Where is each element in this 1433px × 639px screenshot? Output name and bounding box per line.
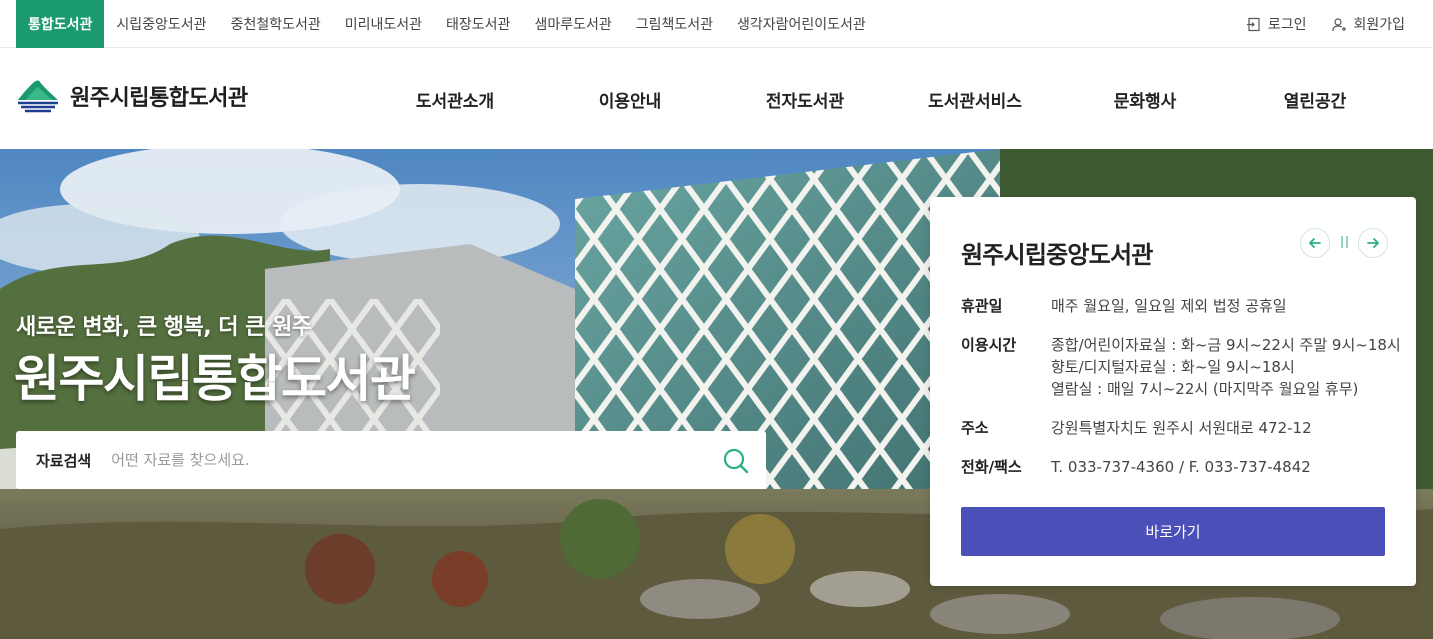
hero-subtitle: 새로운 변화, 큰 행복, 더 큰 원주 [16, 315, 312, 340]
go-button[interactable]: 바로가기 [961, 507, 1385, 556]
main-header: 원주시립통합도서관 도서관소개 이용안내 전자도서관 도서관서비스 문화행사 열… [0, 49, 1433, 149]
login-icon [1246, 17, 1260, 31]
signup-link[interactable]: 회원가입 [1332, 14, 1405, 34]
tab-central-library[interactable]: 시립중앙도서관 [104, 0, 218, 48]
tab-integrated-library[interactable]: 통합도서관 [16, 0, 105, 48]
info-row-hours: 이용시간 종합/어린이자료실 : 화~금 9시~22시 주말 9시~18시 향토… [961, 334, 1401, 400]
arrow-right-icon [1367, 238, 1379, 248]
logo-text: 원주시립통합도서관 [70, 86, 248, 111]
info-value: 열람실 : 매일 7시~22시 (마지막주 월요일 휴무) [1051, 380, 1359, 398]
next-button[interactable] [1358, 228, 1388, 258]
pause-icon[interactable] [1338, 236, 1350, 250]
site-logo[interactable]: 원주시립통합도서관 [16, 78, 248, 114]
arrow-left-icon [1309, 238, 1321, 248]
top-bar: 통합도서관 시립중앙도서관 중천철학도서관 미리내도서관 태장도서관 샘마루도서… [0, 0, 1433, 48]
login-label: 로그인 [1267, 17, 1307, 33]
tab-picturebook-library[interactable]: 그림책도서관 [624, 0, 725, 48]
login-link[interactable]: 로그인 [1246, 14, 1307, 34]
search-input[interactable] [111, 451, 682, 469]
nav-cultural-events[interactable]: 문화행사 [1060, 49, 1230, 149]
library-info-list: 휴관일 매주 월요일, 일요일 제외 법정 공휴일 이용시간 종합/어린이자료실… [961, 295, 1401, 495]
nav-open-space[interactable]: 열린공간 [1230, 49, 1400, 149]
nav-about[interactable]: 도서관소개 [370, 49, 540, 149]
search-icon[interactable] [722, 447, 750, 475]
info-value: T. 033-737-4360 / F. 033-737-4842 [1051, 458, 1311, 476]
tab-taejang-library[interactable]: 태장도서관 [434, 0, 522, 48]
info-row-address: 주소 강원특별자치도 원주시 서원대로 472-12 [961, 417, 1401, 439]
info-value: 매주 월요일, 일요일 제외 법정 공휴일 [1051, 297, 1287, 315]
signup-label: 회원가입 [1353, 17, 1405, 33]
prev-button[interactable] [1300, 228, 1330, 258]
info-value-group: 종합/어린이자료실 : 화~금 9시~22시 주말 9시~18시 향토/디지털자… [1051, 334, 1401, 400]
info-value: 강원특별자치도 원주시 서원대로 472-12 [1051, 419, 1312, 437]
utility-menu: 로그인 회원가입 [1246, 0, 1405, 48]
mountain-logo-icon [18, 80, 58, 113]
nav-usage-guide[interactable]: 이용안내 [540, 49, 720, 149]
info-label: 이용시간 [961, 336, 1017, 354]
library-tabs: 통합도서관 시립중앙도서관 중천철학도서관 미리내도서관 태장도서관 샘마루도서… [16, 0, 878, 48]
info-row-closed-days: 휴관일 매주 월요일, 일요일 제외 법정 공휴일 [961, 295, 1401, 317]
nav-e-library[interactable]: 전자도서관 [720, 49, 890, 149]
tab-saemmaru-library[interactable]: 샘마루도서관 [522, 0, 623, 48]
library-info-card: 원주시립중앙도서관 휴관일 매주 월요일, 일요일 제외 법정 공휴일 이용시간 [930, 197, 1416, 586]
search-label: 자료검색 [36, 451, 92, 470]
hero-banner: 새로운 변화, 큰 행복, 더 큰 원주 원주시립통합도서관 자료검색 원주시립… [0, 149, 1433, 639]
info-row-phone-fax: 전화/팩스 T. 033-737-4360 / F. 033-737-4842 [961, 456, 1401, 478]
info-label: 전화/팩스 [961, 458, 1022, 476]
card-slider-controls [1300, 228, 1388, 258]
tab-mirinae-library[interactable]: 미리내도서관 [333, 0, 434, 48]
info-value: 종합/어린이자료실 : 화~금 9시~22시 주말 9시~18시 [1051, 336, 1401, 354]
nav-library-services[interactable]: 도서관서비스 [890, 49, 1060, 149]
tab-jungcheon-library[interactable]: 중천철학도서관 [219, 0, 333, 48]
main-navigation: 도서관소개 이용안내 전자도서관 도서관서비스 문화행사 열린공간 [370, 49, 1400, 149]
user-add-icon [1332, 17, 1347, 31]
info-label: 주소 [961, 419, 989, 437]
info-value: 향토/디지털자료실 : 화~일 9시~18시 [1051, 358, 1295, 376]
info-label: 휴관일 [961, 297, 1003, 315]
tab-children-library[interactable]: 생각자람어린이도서관 [725, 0, 878, 48]
card-title: 원주시립중앙도서관 [961, 241, 1153, 269]
hero-title: 원주시립통합도서관 [14, 350, 416, 408]
search-bar: 자료검색 [16, 431, 766, 489]
